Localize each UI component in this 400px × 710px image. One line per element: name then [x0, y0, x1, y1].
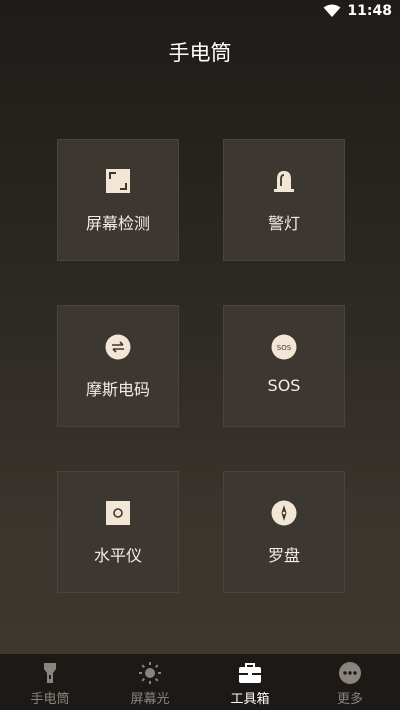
tool-label: SOS: [267, 376, 301, 395]
nav-item-flashlight[interactable]: 手电筒: [0, 654, 100, 710]
nav-item-toolbox[interactable]: 工具箱: [200, 654, 300, 710]
nav-label: 屏幕光: [130, 692, 170, 707]
tool-label: 摩斯电码: [85, 380, 150, 399]
tool-sos[interactable]: SOS SOS: [223, 305, 345, 427]
tool-label: 罗盘: [267, 546, 300, 565]
sos-icon-text: SOS: [277, 344, 292, 352]
nav-item-more[interactable]: 更多: [300, 654, 400, 710]
screen-frame-icon: [106, 169, 130, 193]
tool-screen-test[interactable]: 屏幕检测: [57, 139, 179, 261]
tool-label: 警灯: [267, 214, 300, 233]
sos-icon: SOS: [271, 334, 297, 360]
swap-arrows-icon: [105, 334, 131, 360]
compass-icon: [271, 500, 297, 526]
more-icon: [339, 662, 361, 684]
sun-icon: [139, 662, 161, 684]
tool-label: 水平仪: [93, 546, 142, 565]
status-right: 11:48: [323, 3, 392, 19]
nav-label: 更多: [336, 692, 363, 707]
bottom-nav: 手电筒 屏幕光 工具箱 更多: [0, 654, 400, 710]
nav-label: 工具箱: [230, 692, 270, 707]
tool-compass[interactable]: 罗盘: [223, 471, 345, 593]
wifi-icon: [323, 4, 341, 17]
status-time: 11:48: [347, 3, 392, 19]
tool-morse-code[interactable]: 摩斯电码: [57, 305, 179, 427]
tool-label: 屏幕检测: [85, 214, 150, 233]
nav-label: 手电筒: [30, 692, 70, 707]
level-icon: [106, 501, 130, 525]
siren-icon: [274, 171, 294, 192]
nav-item-screen-light[interactable]: 屏幕光: [100, 654, 200, 710]
status-bar: 11:48: [0, 0, 400, 24]
flashlight-icon: [44, 663, 56, 683]
page-title: 手电筒: [168, 41, 232, 65]
toolbox-icon: [239, 663, 261, 683]
tool-police-light[interactable]: 警灯: [223, 139, 345, 261]
tool-level[interactable]: 水平仪: [57, 471, 179, 593]
